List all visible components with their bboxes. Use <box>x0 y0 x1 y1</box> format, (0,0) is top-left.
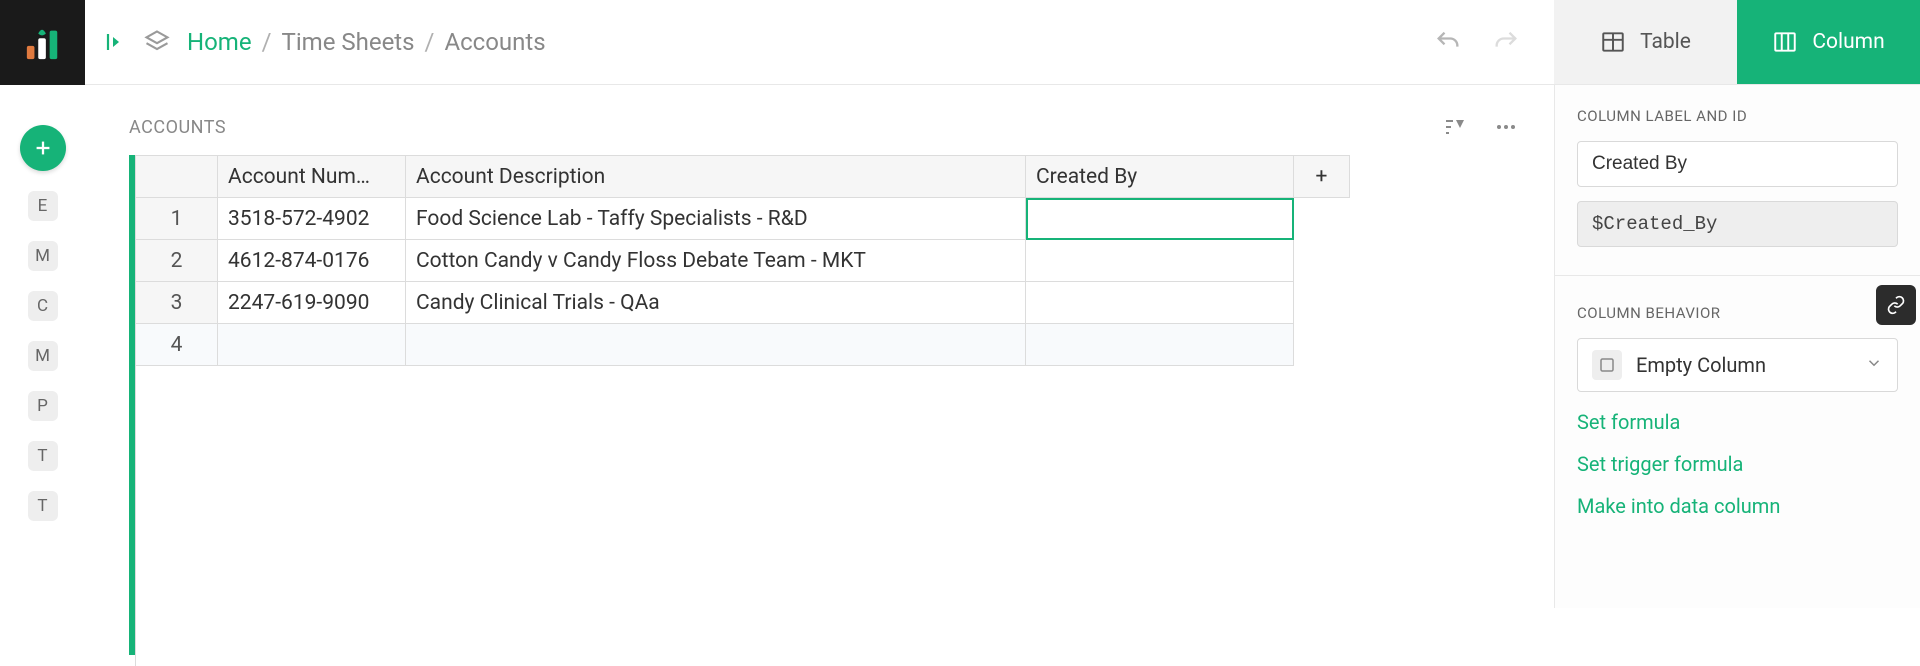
cell-account-description[interactable]: Cotton Candy v Candy Floss Debate Team -… <box>406 240 1026 282</box>
row-number: 4 <box>136 324 218 366</box>
data-table[interactable]: Account Num… Account Description Created… <box>135 155 1350 366</box>
table-row[interactable]: 3 2247-619-9090 Candy Clinical Trials - … <box>136 282 1350 324</box>
breadcrumb-sep: / <box>262 28 272 56</box>
column-header-account-description[interactable]: Account Description <box>406 156 1026 198</box>
app-logo[interactable] <box>0 0 85 85</box>
page-shortcut[interactable]: C <box>28 291 58 321</box>
cell-created-by[interactable] <box>1026 240 1294 282</box>
make-data-column-action[interactable]: Make into data column <box>1577 494 1898 518</box>
column-label-section-title: COLUMN LABEL AND ID <box>1577 107 1898 125</box>
main-content: ACCOUNTS Account Num… Account Descriptio… <box>85 85 1554 608</box>
undo-button[interactable] <box>1434 28 1462 56</box>
page-shortcut[interactable]: T <box>28 441 58 471</box>
breadcrumb-doc[interactable]: Time Sheets <box>282 28 415 56</box>
column-behavior-select[interactable]: Empty Column <box>1577 338 1898 392</box>
cell-account-description[interactable]: Candy Clinical Trials - QAa <box>406 282 1026 324</box>
page-shortcut[interactable]: P <box>28 391 58 421</box>
table-row[interactable]: 1 3518-572-4902 Food Science Lab - Taffy… <box>136 198 1350 240</box>
chevron-down-icon <box>1865 354 1883 376</box>
cell-account-number[interactable]: 3518-572-4902 <box>218 198 406 240</box>
cell-created-by-selected[interactable] <box>1026 198 1294 240</box>
tab-table[interactable]: Table <box>1554 0 1737 84</box>
column-behavior-value: Empty Column <box>1636 353 1851 377</box>
tab-table-label: Table <box>1640 30 1691 54</box>
sort-filter-button[interactable] <box>1442 115 1466 139</box>
cell-created-by[interactable] <box>1026 282 1294 324</box>
active-section-indicator <box>129 155 135 655</box>
column-id-value: $Created_By <box>1592 213 1717 235</box>
tab-column-label: Column <box>1812 30 1884 54</box>
cell-account-number[interactable] <box>218 324 406 366</box>
breadcrumb-sep: / <box>425 28 435 56</box>
tab-column[interactable]: Column <box>1737 0 1920 84</box>
cell-account-number[interactable]: 2247-619-9090 <box>218 282 406 324</box>
grid-empty-space <box>135 366 1528 666</box>
row-number-header <box>136 156 218 198</box>
table-icon <box>1600 29 1626 55</box>
right-panel: COLUMN LABEL AND ID $Created_By COLUMN B… <box>1554 85 1920 608</box>
plus-icon <box>32 137 54 159</box>
cell-account-number[interactable]: 4612-874-0176 <box>218 240 406 282</box>
row-number: 1 <box>136 198 218 240</box>
page-shortcut[interactable]: T <box>28 491 58 521</box>
table-row-new[interactable]: 4 <box>136 324 1350 366</box>
column-id-link-button[interactable] <box>1876 285 1916 325</box>
page-shortcut[interactable]: E <box>28 191 58 221</box>
page-shortcut[interactable]: M <box>28 241 58 271</box>
column-behavior-section-title: COLUMN BEHAVIOR <box>1577 304 1898 322</box>
column-header-account-number[interactable]: Account Num… <box>218 156 406 198</box>
section-title: ACCOUNTS <box>129 117 226 138</box>
left-rail: E M C M P T T <box>0 85 85 608</box>
add-column-button[interactable]: + <box>1294 156 1350 198</box>
column-icon <box>1772 29 1798 55</box>
breadcrumb-page[interactable]: Accounts <box>444 28 545 56</box>
add-page-button[interactable] <box>20 125 66 171</box>
set-formula-action[interactable]: Set formula <box>1577 410 1898 434</box>
pages-icon[interactable] <box>143 28 171 56</box>
expand-left-panel-icon[interactable] <box>103 30 127 54</box>
breadcrumb: Home / Time Sheets / Accounts <box>187 28 546 56</box>
table-row[interactable]: 2 4612-874-0176 Cotton Candy v Candy Flo… <box>136 240 1350 282</box>
column-label-input[interactable] <box>1577 141 1898 187</box>
breadcrumb-home[interactable]: Home <box>187 28 252 56</box>
grist-logo-icon <box>24 24 62 62</box>
column-id-box[interactable]: $Created_By <box>1577 201 1898 247</box>
row-number: 3 <box>136 282 218 324</box>
right-panel-tabs: Table Column <box>1554 0 1920 85</box>
link-icon <box>1886 295 1906 315</box>
row-number: 2 <box>136 240 218 282</box>
column-header-created-by[interactable]: Created By <box>1026 156 1294 198</box>
redo-button[interactable] <box>1492 28 1520 56</box>
divider <box>1555 275 1920 276</box>
page-shortcut[interactable]: M <box>28 341 58 371</box>
cell-created-by[interactable] <box>1026 324 1294 366</box>
cell-account-description[interactable]: Food Science Lab - Taffy Specialists - R… <box>406 198 1026 240</box>
empty-column-icon <box>1592 350 1622 380</box>
cell-account-description[interactable] <box>406 324 1026 366</box>
section-menu-button[interactable] <box>1494 115 1518 139</box>
set-trigger-formula-action[interactable]: Set trigger formula <box>1577 452 1898 476</box>
